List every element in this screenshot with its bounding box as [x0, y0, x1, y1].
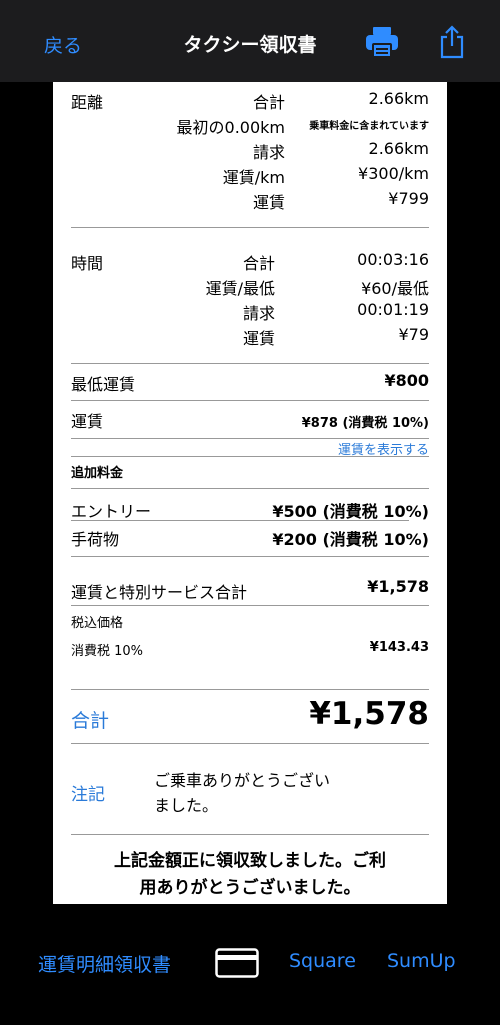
divider: [71, 456, 429, 457]
time-total-value: 00:03:16: [357, 250, 429, 269]
itemized-receipt-button[interactable]: 運賃明細領収書: [38, 950, 171, 977]
time-rate-value: ¥60/最低: [361, 279, 429, 298]
distance-fare-label: 運賃: [252, 193, 285, 212]
extras-heading: 追加料金: [71, 466, 124, 481]
printer-icon[interactable]: [364, 24, 400, 60]
distance-label: 距離: [71, 93, 104, 112]
bottom-toolbar: 運賃明細領収書 Square SumUp: [0, 904, 500, 1025]
extra-item-value: ¥500 (消費税 10%): [272, 502, 429, 521]
divider: [71, 689, 429, 690]
sumup-button[interactable]: SumUp: [387, 950, 456, 972]
time-total-label: 合計: [242, 254, 275, 273]
minimum-fare-label: 最低運賃: [71, 375, 136, 394]
time-rate-label: 運賃/最低: [205, 279, 275, 298]
tax-label: 消費税 10%: [71, 644, 144, 659]
time-label: 時間: [71, 254, 104, 273]
share-icon[interactable]: [438, 24, 466, 60]
receipt-footer-line: 上記金額正に領収致しました。ご利: [114, 851, 386, 871]
distance-billed-label: 請求: [252, 143, 285, 162]
subtotal-label: 運賃と特別サービス合計: [71, 583, 248, 602]
note-label: 注記: [71, 785, 105, 805]
tax-included-label: 税込価格: [71, 616, 124, 631]
page-title: タクシー領収書: [183, 34, 317, 56]
divider: [71, 556, 429, 557]
divider: [71, 743, 429, 744]
divider: [71, 605, 429, 606]
extra-item-value: ¥200 (消費税 10%): [272, 530, 429, 549]
extra-item-label: 手荷物: [71, 530, 120, 549]
divider: [71, 227, 429, 228]
distance-rate-label: 運賃/km: [222, 168, 285, 187]
minimum-fare-value: ¥800: [384, 371, 429, 390]
tax-value: ¥143.43: [369, 640, 429, 655]
distance-rate-value: ¥300/km: [358, 164, 429, 183]
time-fare-value: ¥79: [398, 325, 429, 344]
distance-fare-value: ¥799: [388, 189, 429, 208]
divider: [71, 400, 429, 401]
time-fare-label: 運賃: [242, 329, 275, 348]
distance-total-value: 2.66km: [368, 89, 429, 108]
divider: [71, 488, 429, 489]
credit-card-icon[interactable]: [215, 948, 259, 978]
subtotal-value: ¥1,578: [367, 577, 429, 596]
distance-total-label: 合計: [252, 93, 285, 112]
time-billed-value: 00:01:19: [357, 300, 429, 319]
note-text: ご乗車ありがとうござい: [154, 771, 331, 790]
distance-initial-label: 最初の0.00km: [176, 118, 285, 137]
divider: [71, 834, 429, 835]
distance-billed-value: 2.66km: [368, 139, 429, 158]
square-button[interactable]: Square: [289, 950, 356, 972]
time-billed-label: 請求: [242, 304, 275, 323]
divider: [71, 363, 429, 364]
total-value: ¥1,578: [309, 696, 429, 732]
fare-value: ¥878 (消費税 10%): [301, 416, 429, 431]
navigation-bar: 戻る タクシー領収書: [0, 0, 500, 82]
extra-item-label: エントリー: [71, 502, 152, 521]
fare-label: 運賃: [71, 412, 104, 431]
divider: [71, 520, 409, 521]
receipt-paper: 距離 合計 2.66km 最初の0.00km 乗車料金に含まれています 請求 2…: [53, 82, 447, 904]
note-text: ました。: [154, 796, 219, 815]
total-label: 合計: [71, 710, 110, 732]
distance-initial-value: 乗車料金に含まれています: [309, 121, 429, 132]
receipt-footer-line: 用ありがとうございました。: [139, 878, 361, 898]
